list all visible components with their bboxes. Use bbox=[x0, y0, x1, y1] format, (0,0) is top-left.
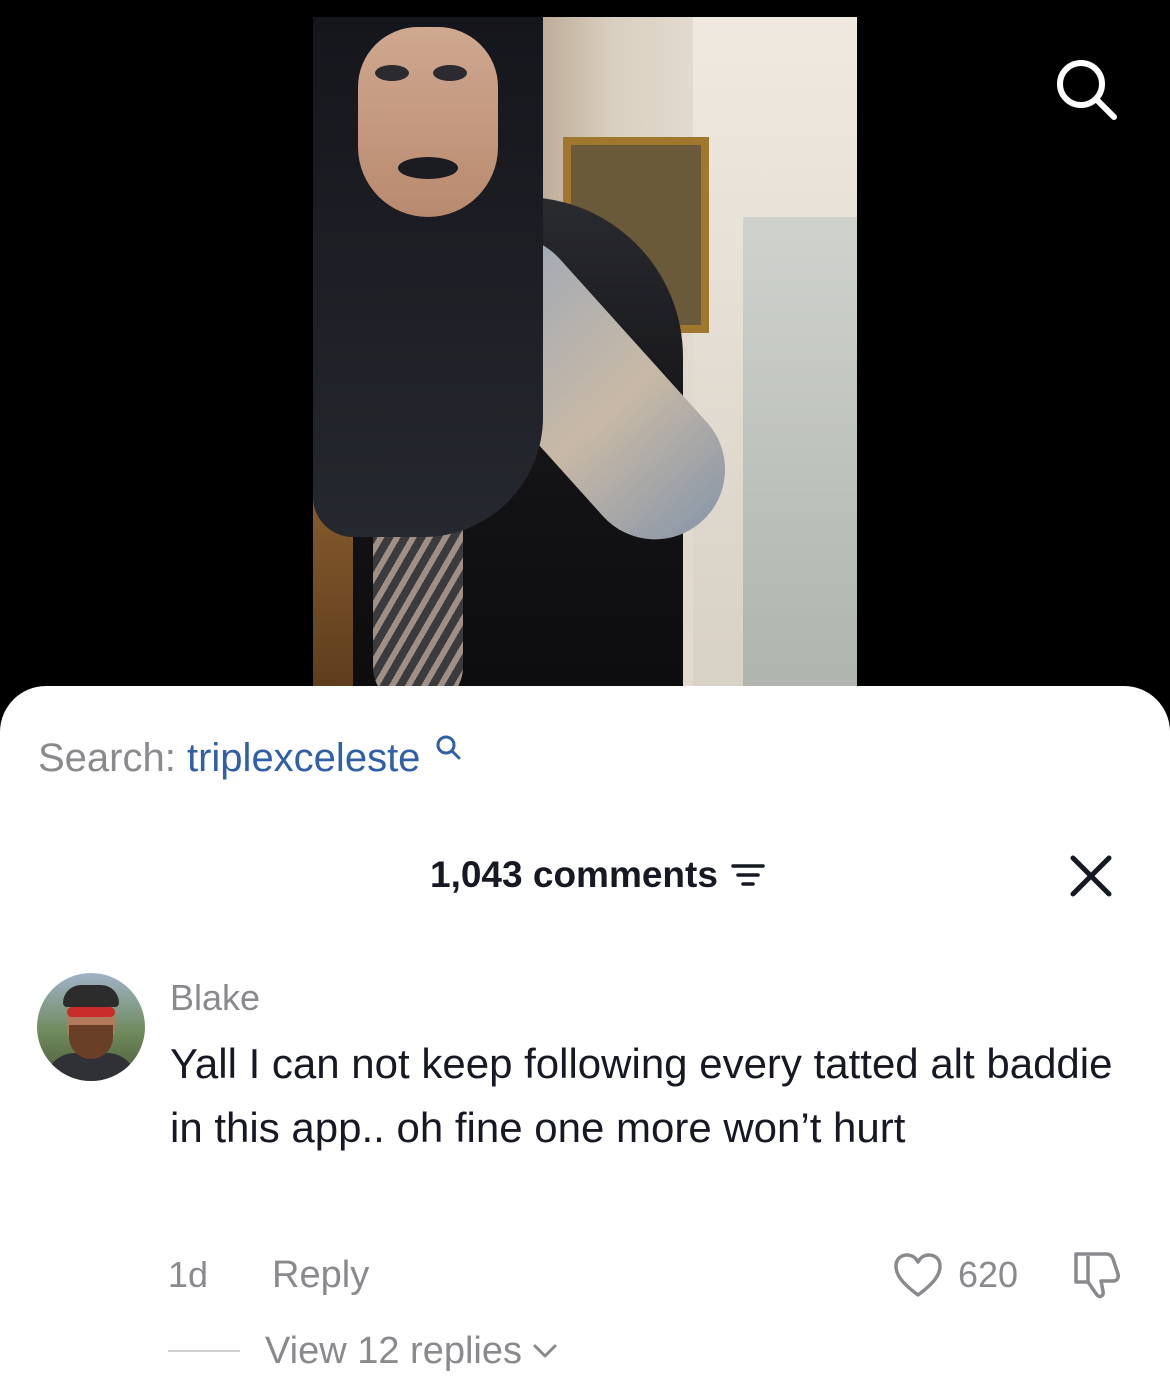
dislike-button[interactable] bbox=[1070, 1248, 1126, 1302]
filter-lines-icon bbox=[731, 864, 765, 886]
search-icon bbox=[1057, 60, 1117, 120]
close-button[interactable] bbox=[1067, 852, 1115, 900]
view-replies-label: View 12 replies bbox=[265, 1329, 523, 1372]
avatar-cap bbox=[63, 985, 119, 1007]
search-button[interactable] bbox=[1052, 55, 1120, 123]
like-count: 620 bbox=[958, 1254, 1019, 1295]
reply-button[interactable]: Reply bbox=[272, 1254, 369, 1297]
like-button[interactable]: 620 bbox=[892, 1248, 1018, 1302]
thumbs-down-icon bbox=[1074, 1252, 1120, 1299]
comment-time: 1d bbox=[168, 1254, 209, 1295]
video-person-face bbox=[358, 27, 498, 217]
video-thumbnail[interactable] bbox=[313, 17, 857, 707]
chevron-down-icon bbox=[533, 1344, 557, 1358]
search-icon bbox=[436, 735, 461, 760]
video-person-eye bbox=[433, 65, 467, 81]
replies-divider bbox=[168, 1350, 240, 1352]
video-player[interactable] bbox=[0, 0, 1170, 720]
search-prefix: Search: bbox=[38, 736, 176, 780]
video-person-lips bbox=[398, 157, 458, 179]
comments-header: 1,043 comments bbox=[0, 850, 1170, 900]
comment-count: 1,043 comments bbox=[430, 854, 718, 895]
comment-meta: 1d Reply bbox=[168, 1250, 369, 1300]
avatar-sunglasses bbox=[67, 1007, 115, 1017]
comment-username[interactable]: Blake bbox=[170, 977, 260, 1019]
video-bg-doorway bbox=[743, 217, 857, 707]
avatar[interactable] bbox=[37, 973, 145, 1081]
search-query-link[interactable]: triplexceleste bbox=[187, 736, 420, 780]
close-icon bbox=[1070, 855, 1112, 897]
video-person-eye bbox=[375, 65, 409, 81]
comment-text: Yall I can not keep following every tatt… bbox=[170, 1040, 1113, 1151]
heart-icon bbox=[894, 1253, 942, 1297]
view-replies-button[interactable]: View 12 replies bbox=[265, 1326, 558, 1376]
comments-sort-toggle[interactable]: 1,043 comments bbox=[430, 850, 766, 900]
search-suggestion[interactable]: Search: triplexceleste bbox=[38, 733, 462, 783]
